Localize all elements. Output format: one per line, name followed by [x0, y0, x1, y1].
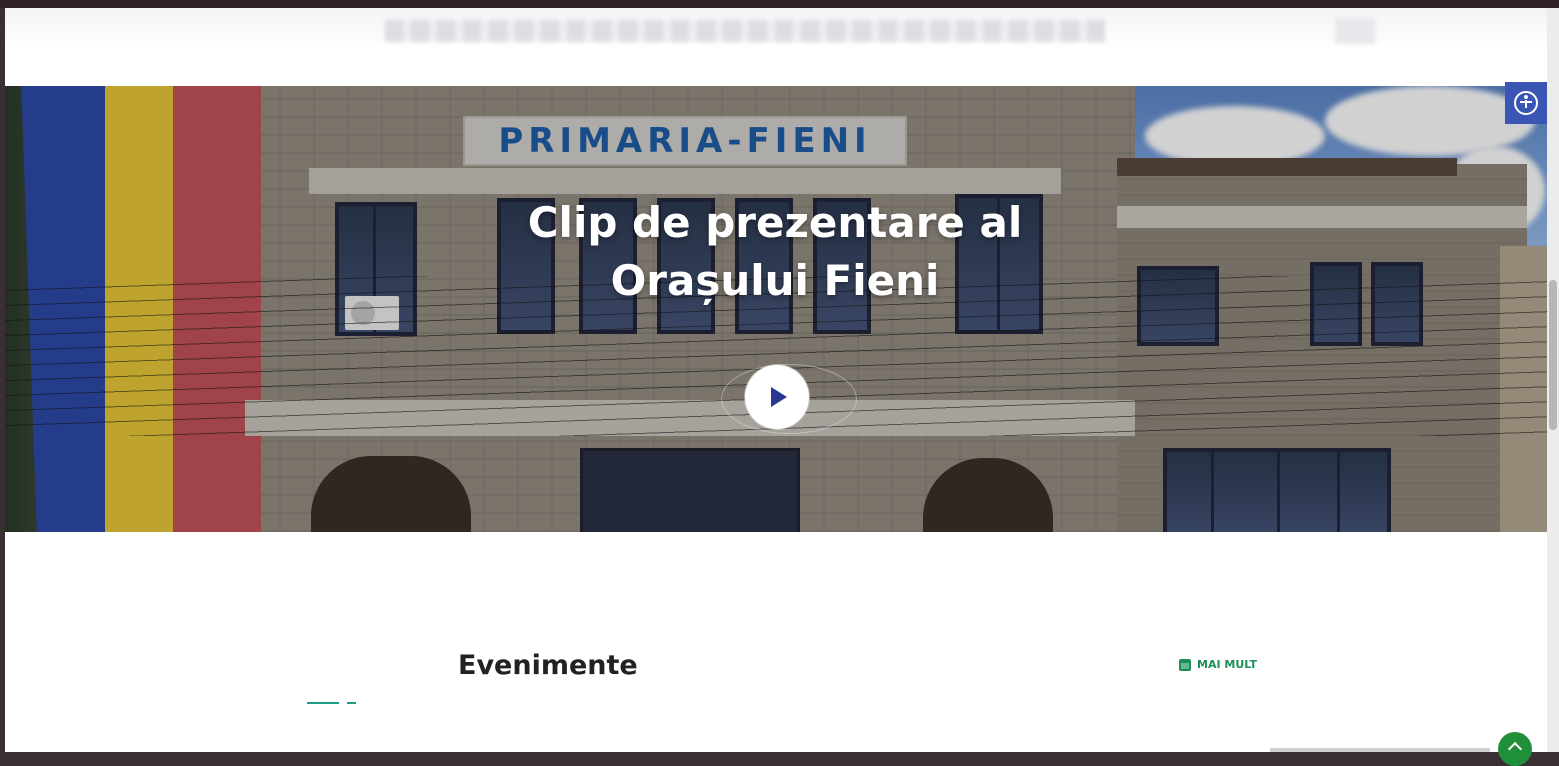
hero-title: Clip de prezentare al Orașului Fieni [475, 194, 1075, 310]
title-accent-dash [347, 702, 356, 704]
browser-top-bar [0, 0, 1559, 8]
calendar-icon [1179, 658, 1191, 671]
hero-title-line-2: Orașului Fieni [610, 256, 940, 305]
header-search-blurred [1335, 18, 1375, 44]
accessibility-icon [1514, 91, 1538, 115]
back-to-top-button[interactable] [1498, 732, 1532, 766]
page: PRIMARIA-FIENI Clip de prezentare al Ora… [5, 8, 1547, 752]
events-more-label: MAI MULT [1197, 658, 1257, 671]
page-scrollbar-thumb[interactable] [1549, 280, 1557, 430]
title-accent-line [307, 702, 339, 704]
accessibility-button[interactable] [1505, 82, 1547, 124]
events-more-link[interactable]: MAI MULT [1179, 658, 1257, 671]
hero-title-line-1: Clip de prezentare al [527, 198, 1023, 247]
chevron-up-icon [1507, 741, 1523, 757]
hero-video-section: PRIMARIA-FIENI Clip de prezentare al Ora… [5, 86, 1547, 532]
header-nav-blurred [385, 20, 1105, 42]
events-section-title: Evenimente [458, 650, 638, 681]
bottom-panel-edge [1270, 748, 1490, 752]
site-header [5, 8, 1547, 48]
play-icon [771, 387, 787, 407]
play-video-button[interactable] [745, 365, 809, 429]
